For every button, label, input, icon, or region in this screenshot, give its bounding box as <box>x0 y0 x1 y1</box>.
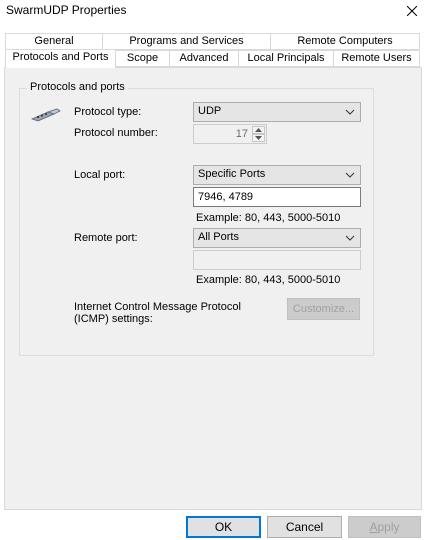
chevron-down-icon <box>345 235 355 241</box>
tab-protocols-and-ports[interactable]: Protocols and Ports <box>5 49 116 68</box>
customize-button[interactable]: Customize... <box>287 298 360 320</box>
local-port-example: Example: 80, 443, 5000-5010 <box>196 212 341 224</box>
tab-local-principals[interactable]: Local Principals <box>238 50 334 67</box>
protocol-number-stepper[interactable]: 17 <box>193 124 267 144</box>
close-button[interactable] <box>397 0 427 22</box>
chevron-down-icon <box>345 172 355 178</box>
network-cable-icon <box>30 108 61 122</box>
remote-port-select[interactable]: All Ports <box>193 228 361 248</box>
local-ports-input[interactable]: 7946, 4789 <box>193 187 361 207</box>
window-title: SwarmUDP Properties <box>6 3 127 17</box>
tab-general[interactable]: General <box>5 33 103 50</box>
caret-down-icon <box>255 136 262 140</box>
chevron-down-icon <box>345 109 355 115</box>
tab-advanced[interactable]: Advanced <box>169 50 239 67</box>
stepper-up-button[interactable] <box>252 126 265 134</box>
caret-up-icon <box>255 128 262 132</box>
remote-ports-input[interactable] <box>193 250 361 270</box>
local-port-select[interactable]: Specific Ports <box>193 165 361 185</box>
title-bar: SwarmUDP Properties <box>0 0 427 22</box>
remote-port-example: Example: 80, 443, 5000-5010 <box>196 274 341 286</box>
remote-port-value: All Ports <box>198 231 239 243</box>
tab-programs-and-services[interactable]: Programs and Services <box>102 33 271 50</box>
ok-button[interactable]: OK <box>186 516 261 538</box>
apply-button[interactable]: Apply <box>348 516 421 538</box>
icmp-label-line2: (ICMP) settings: <box>74 313 153 325</box>
protocol-type-value: UDP <box>198 105 222 117</box>
stepper-down-button[interactable] <box>252 134 265 142</box>
protocol-type-select[interactable]: UDP <box>193 102 361 122</box>
tab-remote-users[interactable]: Remote Users <box>333 50 420 67</box>
local-port-label: Local port: <box>74 169 126 181</box>
protocol-type-label: Protocol type: <box>74 106 142 118</box>
group-title: Protocols and ports <box>27 81 128 93</box>
tab-scope[interactable]: Scope <box>115 50 170 67</box>
icmp-label-line1: Internet Control Message Protocol <box>74 301 241 313</box>
cancel-button[interactable]: Cancel <box>267 516 342 538</box>
protocol-number-label: Protocol number: <box>74 127 158 139</box>
local-ports-text: 7946, 4789 <box>198 191 254 203</box>
remote-port-label: Remote port: <box>74 232 138 244</box>
local-port-value: Specific Ports <box>198 168 266 180</box>
close-icon <box>407 6 417 16</box>
tab-remote-computers[interactable]: Remote Computers <box>270 33 420 50</box>
protocol-number-value: 17 <box>235 128 248 140</box>
